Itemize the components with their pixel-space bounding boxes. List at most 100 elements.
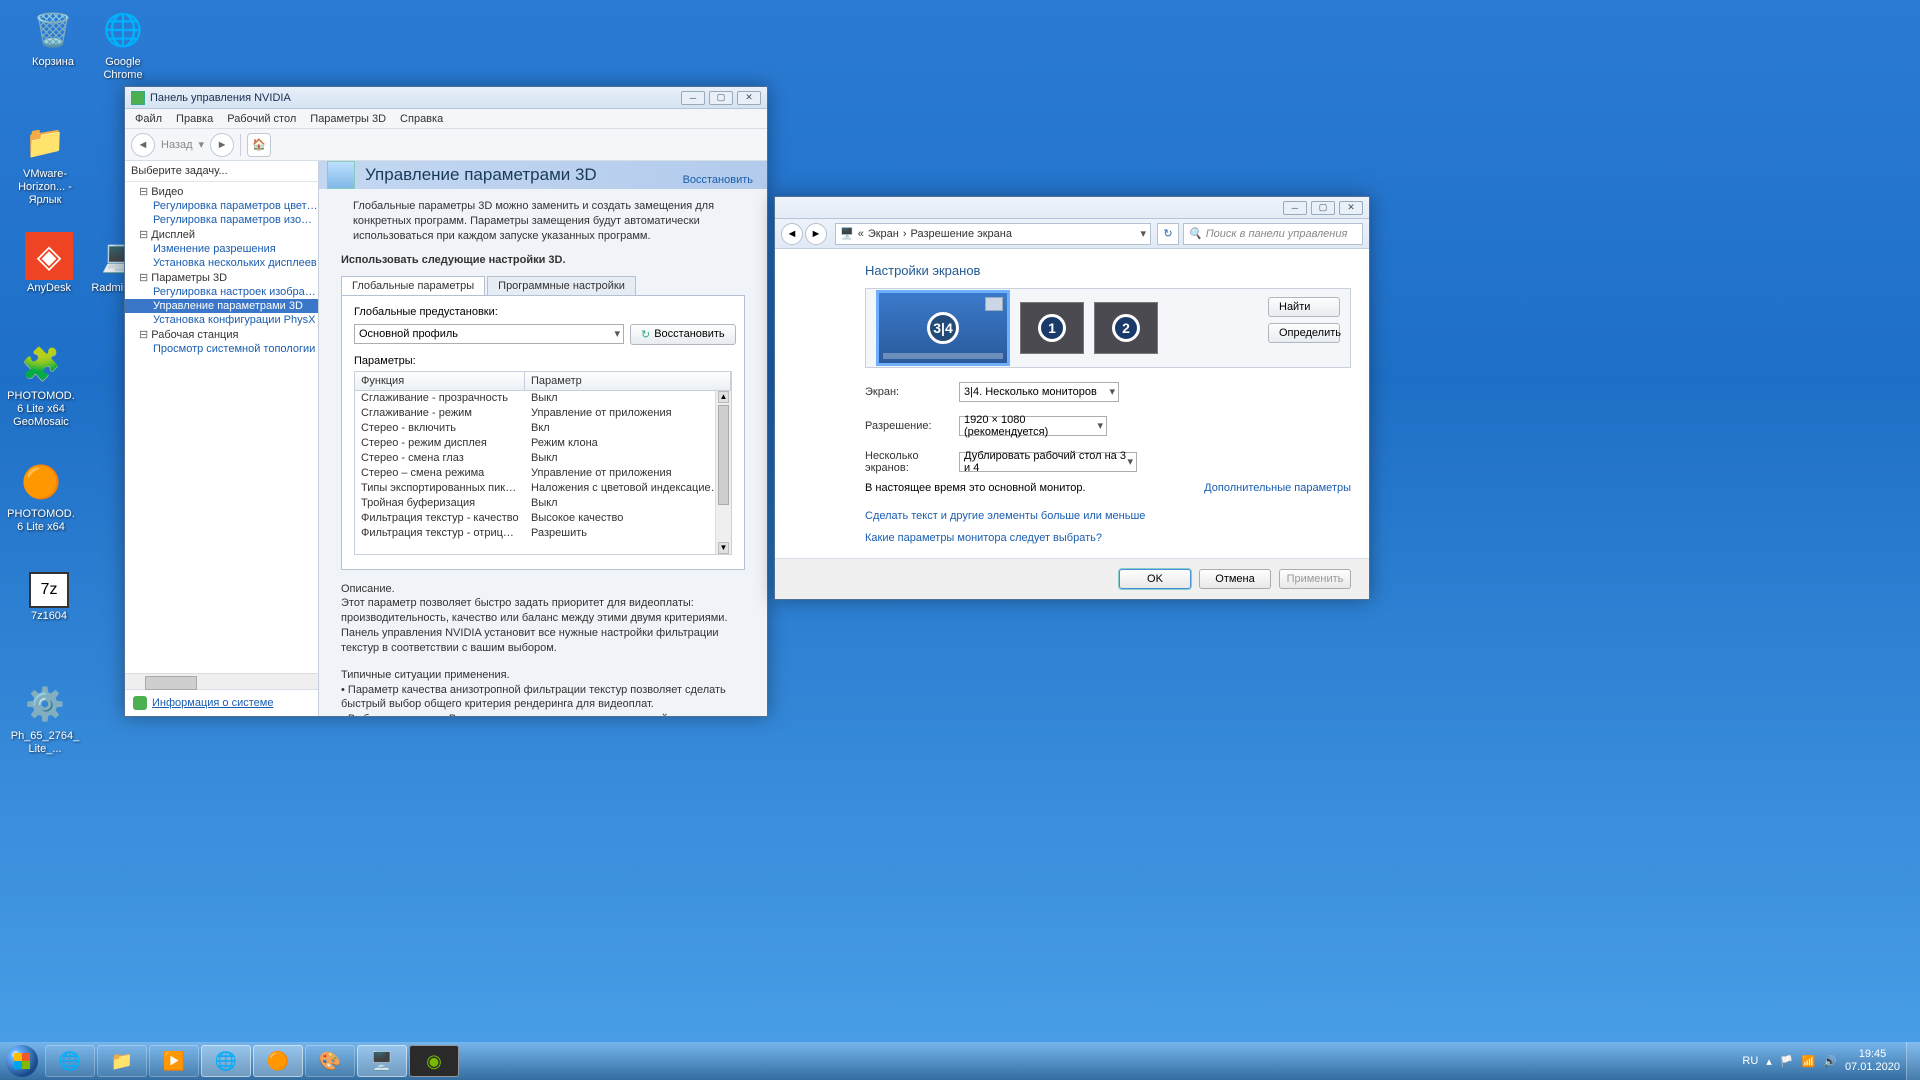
param-row[interactable]: Фильтрация текстур - отрицательное о...Р…	[355, 526, 731, 541]
tb-display[interactable]: 🖥️	[357, 1045, 407, 1077]
advanced-link[interactable]: Дополнительные параметры	[1204, 482, 1351, 494]
maximize-button[interactable]: ▢	[709, 91, 733, 105]
home-button[interactable]: 🏠	[247, 133, 271, 157]
tree-link[interactable]: Установка нескольких дисплеев	[125, 256, 318, 270]
desktop-icon-vmware[interactable]: 📁VMware-Horizon... - Ярлык	[10, 118, 80, 208]
param-row[interactable]: Стерео - режим дисплеяРежим клона	[355, 436, 731, 451]
menu-3d[interactable]: Параметры 3D	[310, 113, 386, 125]
desktop-icon-trash[interactable]: 🗑️Корзина	[18, 6, 88, 69]
tray-volume-icon[interactable]: 🔊	[1823, 1055, 1837, 1068]
desktop-icon-photomod[interactable]: 🟠PHOTOMOD.6 Lite x64	[6, 458, 76, 534]
tb-photomod[interactable]: 🟠	[253, 1045, 303, 1077]
refresh-button[interactable]: ↻	[1157, 223, 1179, 245]
col-function[interactable]: Функция	[355, 372, 525, 390]
param-row[interactable]: Тройная буферизацияВыкл	[355, 496, 731, 511]
start-button[interactable]	[0, 1042, 44, 1080]
scroll-thumb[interactable]	[718, 405, 729, 505]
nvidia-titlebar[interactable]: Панель управления NVIDIA ─ ▢ ✕	[125, 87, 767, 109]
scroll-up[interactable]: ▲	[718, 391, 729, 403]
param-row[interactable]: Стерео - включитьВкл	[355, 421, 731, 436]
tree-cat-video[interactable]: Видео	[125, 184, 318, 199]
tree-link[interactable]: Просмотр системной топологии	[125, 342, 318, 356]
ok-button[interactable]: OK	[1119, 569, 1191, 589]
menu-edit[interactable]: Правка	[176, 113, 213, 125]
tree-cat-display[interactable]: Дисплей	[125, 227, 318, 242]
tree-link[interactable]: Установка конфигурации PhysX	[125, 313, 318, 327]
show-desktop-button[interactable]	[1906, 1042, 1920, 1080]
tray-lang[interactable]: RU	[1742, 1055, 1758, 1067]
desktop-icon-anydesk[interactable]: ◈AnyDesk	[14, 232, 84, 295]
tray-network-icon[interactable]: 📶	[1802, 1055, 1816, 1068]
multi-combo[interactable]: Дублировать рабочий стол на 3 и 4	[959, 452, 1137, 472]
monitor-arrangement[interactable]: 3|4 1 2 Найти Определить	[865, 288, 1351, 368]
monitor-1[interactable]: 1	[1020, 302, 1084, 354]
apply-button[interactable]: Применить	[1279, 569, 1351, 589]
param-row[interactable]: Стерео - смена глазВыкл	[355, 451, 731, 466]
monitor-34[interactable]: 3|4	[876, 290, 1010, 366]
desktop-icon-7z[interactable]: 7z7z1604	[14, 572, 84, 623]
search-input[interactable]: 🔍Поиск в панели управления	[1183, 223, 1363, 245]
param-func: Стерео - включить	[355, 421, 525, 436]
tree-link[interactable]: Регулировка параметров цвета для видео	[125, 199, 318, 213]
param-row[interactable]: Фильтрация текстур - качествоВысокое кач…	[355, 511, 731, 526]
scroll-down[interactable]: ▼	[718, 542, 729, 554]
tb-media[interactable]: ▶️	[149, 1045, 199, 1077]
close-button[interactable]: ✕	[737, 91, 761, 105]
col-param[interactable]: Параметр	[525, 372, 731, 390]
tb-chrome[interactable]: 🌐	[201, 1045, 251, 1077]
param-row[interactable]: Типы экспортированных пикселовНаложения …	[355, 481, 731, 496]
tray-clock[interactable]: 19:45 07.01.2020	[1845, 1048, 1900, 1074]
tab-global[interactable]: Глобальные параметры	[341, 276, 485, 295]
tree-link-selected[interactable]: Управление параметрами 3D	[125, 299, 318, 313]
find-button[interactable]: Найти	[1268, 297, 1340, 317]
desktop-icon-phlite[interactable]: ⚙️Ph_65_2764_Lite_...	[10, 680, 80, 756]
v-scrollbar[interactable]: ▲ ▼	[715, 391, 731, 554]
menu-file[interactable]: Файл	[135, 113, 162, 125]
menu-help[interactable]: Справка	[400, 113, 443, 125]
tray-flag-icon[interactable]: 🏳️	[1780, 1055, 1794, 1068]
task-tree[interactable]: Видео Регулировка параметров цвета для в…	[125, 182, 318, 673]
menu-desktop[interactable]: Рабочий стол	[227, 113, 296, 125]
detect-button[interactable]: Определить	[1268, 323, 1340, 343]
minimize-button[interactable]: ─	[1283, 201, 1307, 215]
breadcrumb[interactable]: 🖥️ « Экран› Разрешение экрана ▾	[835, 223, 1151, 245]
tb-nvidia[interactable]: ◉	[409, 1045, 459, 1077]
param-row[interactable]: Стерео – смена режимаУправление от прило…	[355, 466, 731, 481]
tree-cat-ws[interactable]: Рабочая станция	[125, 327, 318, 342]
maximize-button[interactable]: ▢	[1311, 201, 1335, 215]
gp-combo[interactable]: Основной профиль	[354, 324, 624, 344]
nav-forward[interactable]: ►	[805, 223, 827, 245]
text-size-link[interactable]: Сделать текст и другие элементы больше и…	[865, 510, 1145, 522]
tree-link[interactable]: Регулировка настроек изображения с просм…	[125, 285, 318, 299]
param-row[interactable]: Сглаживание - прозрачностьВыкл	[355, 391, 731, 406]
banner-restore-link[interactable]: Восстановить	[683, 174, 753, 186]
screen-combo[interactable]: 3|4. Несколько мониторов	[959, 382, 1119, 402]
desktop-icon-chrome[interactable]: 🌐Google Chrome	[88, 6, 158, 82]
bc-1[interactable]: Экран	[868, 228, 899, 240]
monitor-help-link[interactable]: Какие параметры монитора следует выбрать…	[865, 532, 1102, 544]
tree-link[interactable]: Регулировка параметров изображения для в…	[125, 213, 318, 227]
tab-program[interactable]: Программные настройки	[487, 276, 636, 295]
tray-chevron-icon[interactable]: ▴	[1766, 1055, 1772, 1068]
resolution-combo[interactable]: 1920 × 1080 (рекомендуется)	[959, 416, 1107, 436]
back-button[interactable]: ◄	[131, 133, 155, 157]
tb-explorer[interactable]: 📁	[97, 1045, 147, 1077]
monitor-2[interactable]: 2	[1094, 302, 1158, 354]
close-button[interactable]: ✕	[1339, 201, 1363, 215]
sysinfo-link[interactable]: Информация о системе	[152, 697, 273, 709]
forward-button[interactable]: ►	[210, 133, 234, 157]
tb-ie[interactable]: 🌐	[45, 1045, 95, 1077]
desc-h: Описание.	[341, 582, 745, 597]
desktop-icon-geomosaic[interactable]: 🧩PHOTOMOD.6 Lite x64 GeoMosaic	[6, 340, 76, 430]
h-scrollbar[interactable]	[125, 673, 318, 689]
display-titlebar[interactable]: ─ ▢ ✕	[775, 197, 1369, 219]
gp-restore-button[interactable]: ↻Восстановить	[630, 324, 736, 345]
nav-back[interactable]: ◄	[781, 223, 803, 245]
minimize-button[interactable]: ─	[681, 91, 705, 105]
bc-2[interactable]: Разрешение экрана	[911, 228, 1012, 240]
cancel-button[interactable]: Отмена	[1199, 569, 1271, 589]
tb-paint[interactable]: 🎨	[305, 1045, 355, 1077]
param-row[interactable]: Сглаживание - режимУправление от приложе…	[355, 406, 731, 421]
tree-link[interactable]: Изменение разрешения	[125, 242, 318, 256]
tree-cat-3d[interactable]: Параметры 3D	[125, 270, 318, 285]
